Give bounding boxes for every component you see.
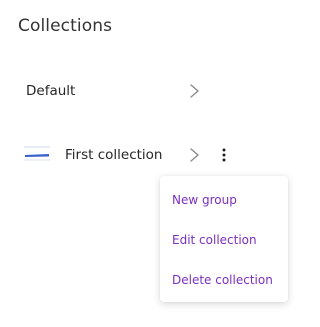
collection-thumbnail-icon (24, 145, 50, 163)
collection-row-first[interactable]: First collection (0, 135, 252, 175)
page-title: Collections (18, 16, 113, 36)
more-vertical-icon[interactable] (214, 146, 234, 164)
menu-item-delete-collection[interactable]: Delete collection (172, 273, 273, 287)
collection-label: First collection (65, 147, 163, 163)
collection-context-menu: New group Edit collection Delete collect… (160, 176, 288, 302)
menu-item-new-group[interactable]: New group (172, 193, 237, 207)
menu-item-edit-collection[interactable]: Edit collection (172, 233, 257, 247)
chevron-right-icon[interactable] (187, 83, 201, 99)
collection-row-default[interactable]: Default (0, 71, 252, 111)
chevron-right-icon[interactable] (187, 147, 201, 163)
collection-label: Default (26, 83, 76, 99)
